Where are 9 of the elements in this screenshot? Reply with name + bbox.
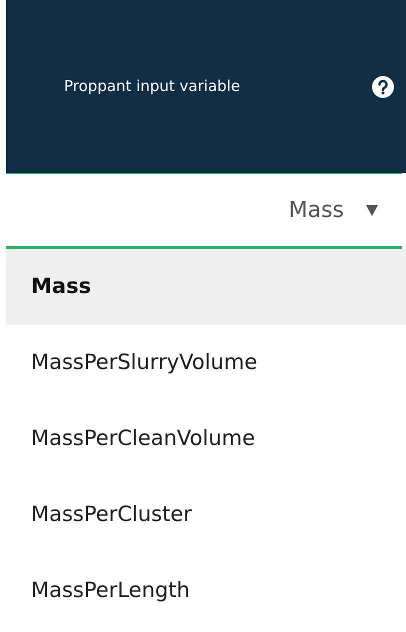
variable-select[interactable]: Mass xyxy=(6,173,402,249)
dropdown-option[interactable]: MassPerCleanVolume xyxy=(6,401,406,477)
dropdown-option[interactable]: MassPerSlurryVolume xyxy=(6,325,406,401)
field-label: Proppant input variable xyxy=(64,76,242,98)
dropdown-option[interactable]: Mass xyxy=(6,249,406,325)
caret-icon xyxy=(366,204,378,216)
dropdown-option[interactable]: MassPerLength xyxy=(6,553,406,629)
dropdown-option[interactable]: MassPerCluster xyxy=(6,477,406,553)
help-icon[interactable] xyxy=(372,76,394,98)
